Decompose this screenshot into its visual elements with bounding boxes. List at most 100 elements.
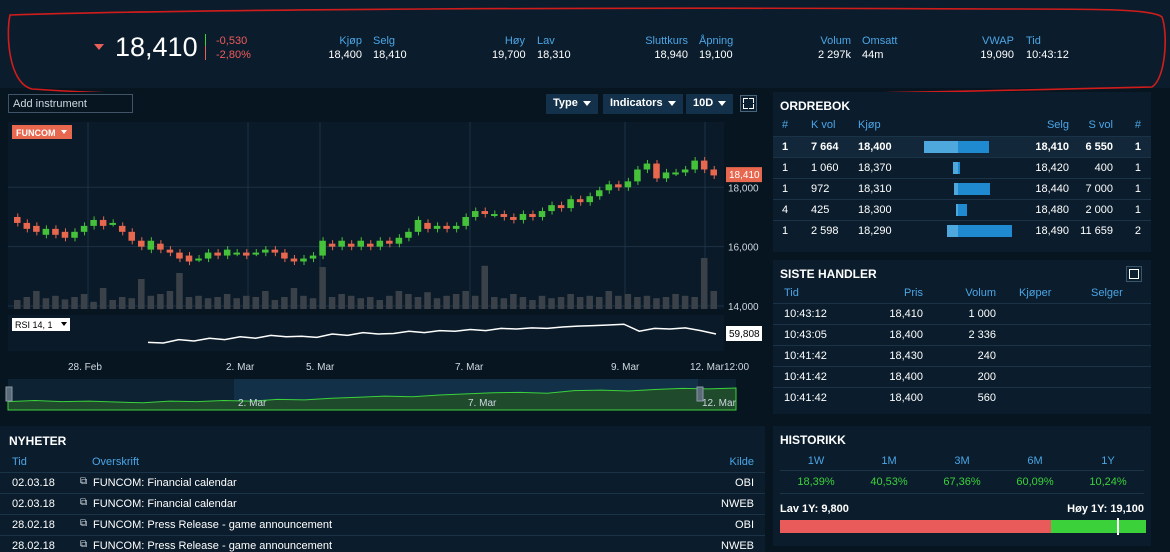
candle (176, 252, 183, 259)
rsi-value: 59,808 (729, 329, 760, 340)
history-period-label[interactable]: 6M (1015, 455, 1055, 467)
volume-bar (14, 300, 21, 309)
volume-bar (223, 294, 231, 309)
type-dropdown[interactable]: Type (546, 94, 598, 114)
quote-field-label: Tid (1026, 35, 1041, 47)
candle (309, 255, 317, 259)
history-period-label[interactable]: 1W (796, 455, 836, 467)
orderbook-header: S vol (1088, 119, 1113, 131)
indicators-dropdown[interactable]: Indicators (603, 94, 683, 114)
trades-header: Kjøper (1019, 287, 1052, 299)
volume-bar (443, 295, 450, 309)
orderbook-buy-price: 18,310 (858, 183, 892, 195)
candle (61, 231, 69, 238)
trade-row[interactable]: 10:41:42 18,430 240 (773, 345, 1151, 366)
history-period-value: 18,39% (797, 476, 835, 488)
trade-row[interactable]: 10:41:42 18,400 200 (773, 366, 1151, 387)
candle (710, 169, 717, 176)
volume-bar (576, 297, 584, 309)
history-period-label[interactable]: 1Y (1088, 455, 1128, 467)
candle (328, 243, 336, 247)
candle (338, 240, 345, 247)
orderbook-count-buy: 1 (782, 162, 789, 174)
trade-volume: 200 (977, 371, 996, 383)
orderbook-buy-price: 18,400 (858, 141, 892, 153)
news-row[interactable]: 28.02.18 ⧉ FUNCOM: Press Release - game an… (0, 535, 765, 552)
news-row[interactable]: 02.03.18 ⧉ FUNCOM: Financial calendar NWEB (0, 493, 765, 514)
trade-price: 18,400 (889, 371, 923, 383)
volume-bar (128, 298, 136, 309)
history-period-label[interactable]: 1M (869, 455, 909, 467)
news-header: Overskrift (92, 456, 140, 468)
volume-bar (424, 292, 431, 309)
history-high: Høy 1Y: 19,100 (1067, 503, 1144, 515)
expand-icon[interactable] (1126, 266, 1142, 282)
orderbook-count-buy: 1 (782, 183, 789, 195)
orderbook-row[interactable]: 1 1 060 18,370 18,420 400 1 (773, 157, 1151, 178)
trades-header: Tid (784, 287, 799, 299)
orderbook-row[interactable]: 1 7 664 18,400 18,410 6 550 1 (773, 136, 1151, 157)
plot-area (8, 122, 724, 309)
quote-field-value: 19,700 (492, 49, 526, 61)
candle (557, 205, 565, 209)
volume-bar (214, 297, 221, 309)
volume-bar (595, 297, 603, 309)
trade-row[interactable]: 10:43:12 18,410 1 000 (773, 303, 1151, 324)
quote-field-label: Selg (373, 35, 396, 47)
news-headline: FUNCOM: Financial calendar (93, 498, 237, 510)
trades-panel: SISTE HANDLER Tid Pris Volum Kjøper Selger 10… (773, 260, 1151, 414)
news-row[interactable]: 28.02.18 ⧉ FUNCOM: Press Release - game an… (0, 514, 765, 535)
volume-bar (405, 294, 412, 309)
candle (538, 211, 546, 217)
x-tick-label: 7. Mar (455, 362, 484, 373)
expand-icon[interactable] (740, 95, 757, 112)
orderbook-count-sell: 1 (1134, 183, 1141, 195)
period-label: 10D (693, 97, 714, 109)
candle (653, 163, 660, 179)
range-bar-low (780, 520, 1051, 533)
candle (185, 255, 193, 262)
trade-volume: 2 336 (968, 329, 996, 341)
trade-time: 10:41:42 (784, 392, 827, 404)
volume-bar (538, 295, 546, 309)
candle (414, 219, 422, 232)
volume-bar (376, 300, 384, 309)
orderbook-sell-bar (958, 183, 991, 195)
candle (271, 249, 279, 253)
volume-bar (548, 298, 555, 309)
trade-row[interactable]: 10:43:05 18,400 2 336 (773, 324, 1151, 345)
candle (252, 252, 260, 255)
trade-time: 10:43:12 (784, 308, 827, 320)
news-time: 28.02.18 (12, 519, 55, 531)
candle (223, 249, 231, 256)
candle (204, 252, 212, 259)
orderbook-row[interactable]: 4 425 18,300 18,480 2 000 1 (773, 199, 1151, 220)
volume-bar (33, 291, 40, 309)
orderbook-sell-price: 18,490 (1035, 225, 1069, 237)
orderbook-row[interactable]: 1 972 18,310 18,440 7 000 1 (773, 178, 1151, 199)
candle (700, 160, 708, 170)
volume-bar (23, 297, 31, 309)
history-period-label[interactable]: 3M (942, 455, 982, 467)
navigator-label: 2. Mar (238, 398, 267, 409)
add-instrument-input[interactable] (8, 94, 133, 113)
quote-field-value: 2 297k (817, 49, 851, 61)
candle (233, 252, 240, 255)
candle (376, 240, 384, 247)
period-dropdown[interactable]: 10D (686, 94, 734, 114)
candle (500, 214, 508, 217)
history-period-value: 40,53% (870, 476, 908, 488)
quote-field-label: VWAP (982, 35, 1014, 47)
candle (99, 219, 107, 226)
news-row[interactable]: 02.03.18 ⧉ FUNCOM: Financial calendar OBI (0, 472, 765, 493)
trade-row[interactable]: 10:41:42 18,400 560 (773, 387, 1151, 408)
orderbook-count-buy: 1 (782, 225, 789, 237)
news-time: 02.03.18 (12, 477, 55, 489)
price-chart[interactable]: 18,000 16,000 14,000 FUNCOM 18,410 RSI 14, 1 5… (0, 92, 765, 417)
navigator-handle[interactable] (5, 386, 13, 402)
candle (481, 211, 489, 215)
candle (586, 196, 593, 203)
volume-bar (271, 300, 279, 309)
orderbook-row[interactable]: 1 2 598 18,290 18,490 11 659 2 (773, 220, 1151, 241)
candle (548, 205, 555, 212)
